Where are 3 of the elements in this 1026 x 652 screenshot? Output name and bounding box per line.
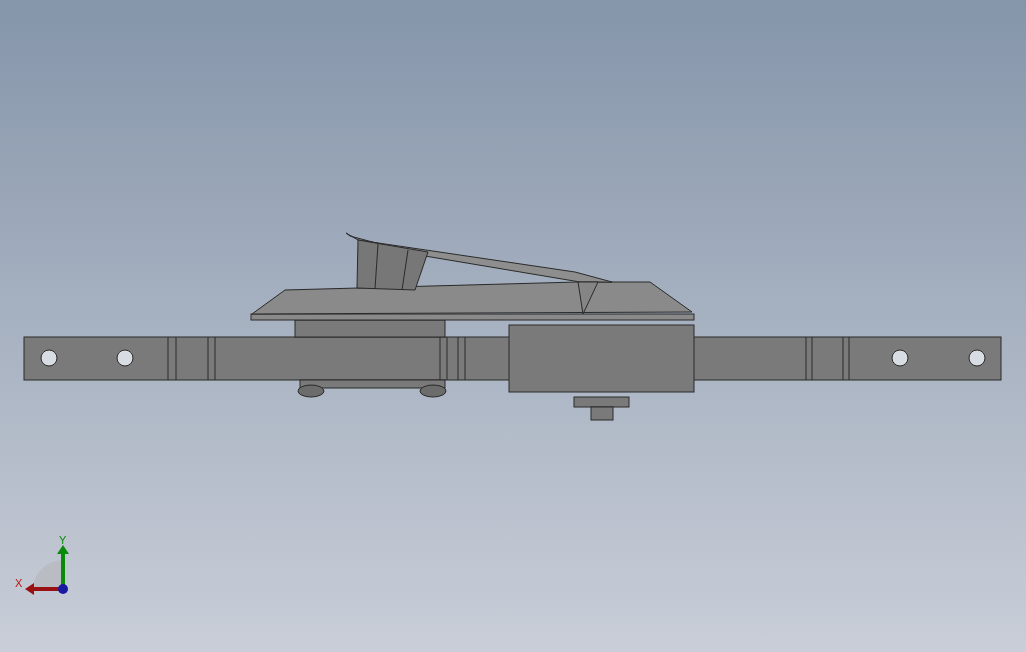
x-axis-label: X xyxy=(15,577,23,589)
coordinate-triad-icon xyxy=(25,545,69,595)
y-axis-label: Y xyxy=(59,534,67,546)
